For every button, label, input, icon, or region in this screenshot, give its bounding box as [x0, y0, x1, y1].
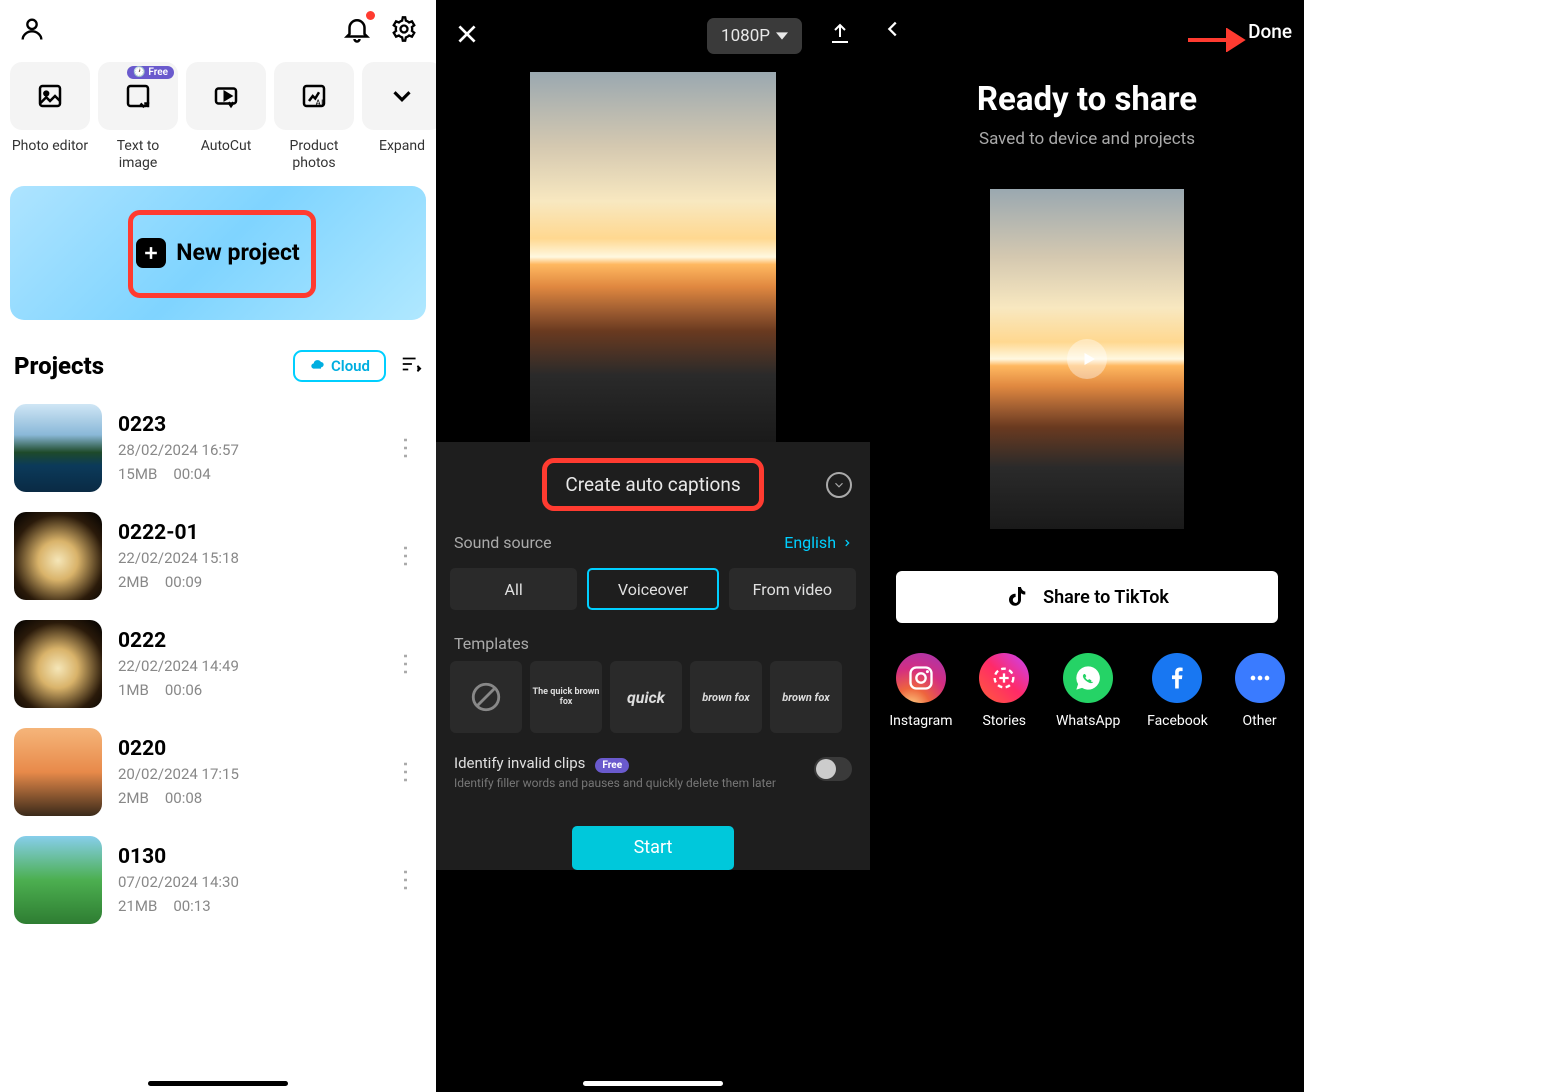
share-tiktok-button[interactable]: Share to TikTok	[896, 571, 1278, 623]
project-item[interactable]: 0130 07/02/2024 14:30 21MB00:13 ⋯	[14, 826, 422, 934]
project-name: 0220	[118, 737, 374, 761]
project-date: 07/02/2024 14:30	[118, 873, 374, 891]
new-project-button[interactable]: New project	[10, 186, 426, 320]
project-date: 22/02/2024 14:49	[118, 657, 374, 675]
caption-template[interactable]: quick	[610, 661, 682, 733]
home-indicator	[583, 1081, 723, 1086]
project-thumbnail	[14, 620, 102, 708]
sound-source-label: Sound source	[454, 533, 552, 552]
tool-label: Photo editor	[12, 138, 88, 155]
segment-all[interactable]: All	[450, 568, 577, 610]
tool-4[interactable]	[362, 62, 442, 130]
language-selector[interactable]: English	[784, 533, 852, 552]
project-menu-icon[interactable]: ⋯	[392, 756, 420, 788]
segment-from-video[interactable]: From video	[729, 568, 856, 610]
tool-3[interactable]: AI	[274, 62, 354, 130]
close-icon[interactable]	[454, 21, 480, 51]
stories-icon	[979, 653, 1029, 703]
back-icon[interactable]	[882, 18, 904, 44]
project-item[interactable]: 0220 20/02/2024 17:15 2MB00:08 ⋯	[14, 718, 422, 826]
invalid-clips-title: Identify invalid clips	[454, 754, 585, 772]
project-meta: 2MB00:09	[118, 573, 374, 591]
arrow-annotation	[1188, 28, 1248, 56]
export-preview[interactable]	[990, 189, 1184, 529]
notifications-icon[interactable]	[342, 14, 372, 48]
share-stories[interactable]: Stories	[979, 653, 1029, 729]
cloud-button[interactable]: Cloud	[293, 350, 386, 382]
tool-1[interactable]: 🕐 Free	[98, 62, 178, 130]
project-menu-icon[interactable]: ⋯	[392, 864, 420, 896]
project-name: 0130	[118, 845, 374, 869]
share-title: Ready to share	[870, 80, 1304, 119]
tool-label: AutoCut	[201, 138, 252, 155]
facebook-icon	[1152, 653, 1202, 703]
project-thumbnail	[14, 836, 102, 924]
whatsapp-icon	[1063, 653, 1113, 703]
caption-template[interactable]	[450, 661, 522, 733]
caption-template[interactable]: brown fox	[690, 661, 762, 733]
play-icon[interactable]	[1067, 339, 1107, 379]
project-item[interactable]: 0222-01 22/02/2024 15:18 2MB00:09 ⋯	[14, 502, 422, 610]
share-facebook[interactable]: Facebook	[1147, 653, 1208, 729]
project-thumbnail	[14, 728, 102, 816]
caption-template[interactable]: The quick brown fox	[530, 661, 602, 733]
project-date: 28/02/2024 16:57	[118, 441, 374, 459]
share-other[interactable]: Other	[1235, 653, 1285, 729]
svg-text:AI: AI	[315, 99, 323, 109]
invalid-clips-toggle[interactable]	[814, 757, 852, 781]
project-date: 22/02/2024 15:18	[118, 549, 374, 567]
project-thumbnail	[14, 512, 102, 600]
free-badge: 🕐 Free	[127, 66, 174, 79]
instagram-icon	[896, 653, 946, 703]
other-icon	[1235, 653, 1285, 703]
start-button[interactable]: Start	[572, 826, 734, 870]
resolution-dropdown[interactable]: 1080P	[707, 18, 802, 54]
video-preview[interactable]	[530, 72, 776, 442]
done-button[interactable]: Done	[1248, 20, 1292, 43]
project-menu-icon[interactable]: ⋯	[392, 540, 420, 572]
sort-icon[interactable]	[400, 353, 422, 379]
project-menu-icon[interactable]: ⋯	[392, 432, 420, 464]
project-menu-icon[interactable]: ⋯	[392, 648, 420, 680]
segment-voiceover[interactable]: Voiceover	[587, 568, 718, 610]
highlight-annotation	[128, 210, 316, 298]
invalid-clips-desc: Identify filler words and pauses and qui…	[454, 776, 802, 792]
collapse-icon[interactable]	[826, 472, 852, 498]
project-name: 0222-01	[118, 521, 374, 545]
project-thumbnail	[14, 404, 102, 492]
templates-label: Templates	[436, 620, 870, 661]
settings-icon[interactable]	[390, 15, 418, 47]
profile-icon[interactable]	[18, 15, 46, 47]
projects-heading: Projects	[14, 352, 104, 380]
project-meta: 21MB00:13	[118, 897, 374, 915]
home-indicator	[148, 1081, 288, 1086]
project-meta: 2MB00:08	[118, 789, 374, 807]
project-meta: 1MB00:06	[118, 681, 374, 699]
share-subtitle: Saved to device and projects	[870, 129, 1304, 149]
tool-label: Expand	[379, 138, 425, 155]
share-instagram[interactable]: Instagram	[889, 653, 952, 729]
share-whatsapp[interactable]: WhatsApp	[1056, 653, 1120, 729]
project-name: 0223	[118, 413, 374, 437]
export-icon[interactable]	[828, 22, 852, 50]
caption-template[interactable]: brown fox	[770, 661, 842, 733]
project-name: 0222	[118, 629, 374, 653]
auto-captions-title: Create auto captions	[565, 473, 740, 496]
tool-label: Text to image	[98, 138, 178, 172]
tool-0[interactable]	[10, 62, 90, 130]
notification-dot	[366, 11, 375, 20]
tool-label: Product photos	[274, 138, 354, 172]
project-item[interactable]: 0222 22/02/2024 14:49 1MB00:06 ⋯	[14, 610, 422, 718]
tool-2[interactable]	[186, 62, 266, 130]
project-date: 20/02/2024 17:15	[118, 765, 374, 783]
free-badge: Free	[595, 758, 629, 773]
project-meta: 15MB00:04	[118, 465, 374, 483]
project-item[interactable]: 0223 28/02/2024 16:57 15MB00:04 ⋯	[14, 394, 422, 502]
